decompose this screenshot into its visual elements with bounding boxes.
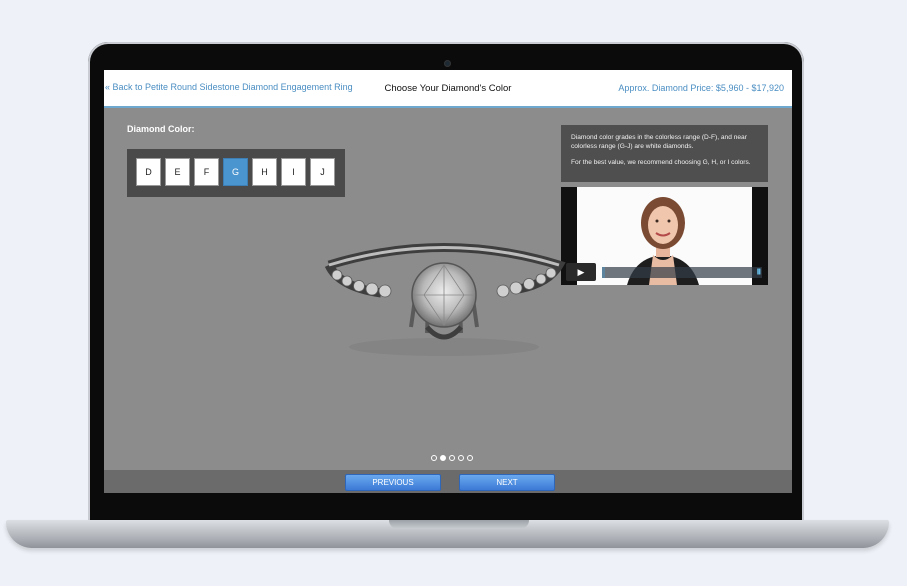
carousel-dot[interactable] [431, 455, 437, 461]
play-icon: ▶ [577, 266, 585, 277]
grade-button-e[interactable]: E [165, 158, 190, 186]
top-bar: « Back to Petite Round Sidestone Diamond… [104, 70, 792, 108]
video-scrubber[interactable]: |||||| [602, 267, 762, 278]
carousel-dot[interactable] [440, 455, 446, 461]
video-time: 00:27 [598, 260, 614, 266]
bottom-nav-bar: PREVIOUS NEXT [104, 470, 792, 493]
carousel-dot[interactable] [449, 455, 455, 461]
grade-button-d[interactable]: D [136, 158, 161, 186]
grade-button-h[interactable]: H [252, 158, 277, 186]
laptop-notch [389, 520, 529, 529]
grade-button-g[interactable]: G [223, 158, 248, 186]
next-button[interactable]: NEXT [459, 474, 555, 491]
carousel-dot[interactable] [458, 455, 464, 461]
grade-button-f[interactable]: F [194, 158, 219, 186]
info-text-recommendation: For the best value, we recommend choosin… [571, 159, 751, 166]
video-progress [602, 267, 606, 278]
carousel-dot[interactable] [467, 455, 473, 461]
screen: « Back to Petite Round Sidestone Diamond… [104, 70, 792, 493]
previous-button[interactable]: PREVIOUS [345, 474, 441, 491]
video-player[interactable]: ▶ |||||| 00:27 [561, 187, 768, 285]
price-range: Approx. Diamond Price: $5,960 - $17,920 [618, 83, 784, 93]
grade-button-i[interactable]: I [281, 158, 306, 186]
volume-icon[interactable]: |||||| [757, 269, 761, 275]
ring-image [324, 243, 566, 356]
color-grade-picker: D E F G H I J [127, 149, 345, 197]
info-panel: Diamond color grades in the colorless ra… [561, 125, 768, 182]
grade-button-j[interactable]: J [310, 158, 335, 186]
info-text-grades: Diamond color grades in the colorless ra… [571, 134, 747, 150]
laptop-base [6, 520, 889, 548]
carousel-dots [431, 455, 473, 461]
video-controls: ▶ |||||| 00:27 [566, 260, 763, 281]
play-button[interactable]: ▶ [566, 263, 596, 281]
webcam [444, 60, 451, 67]
diamond-color-label: Diamond Color: [127, 124, 195, 134]
